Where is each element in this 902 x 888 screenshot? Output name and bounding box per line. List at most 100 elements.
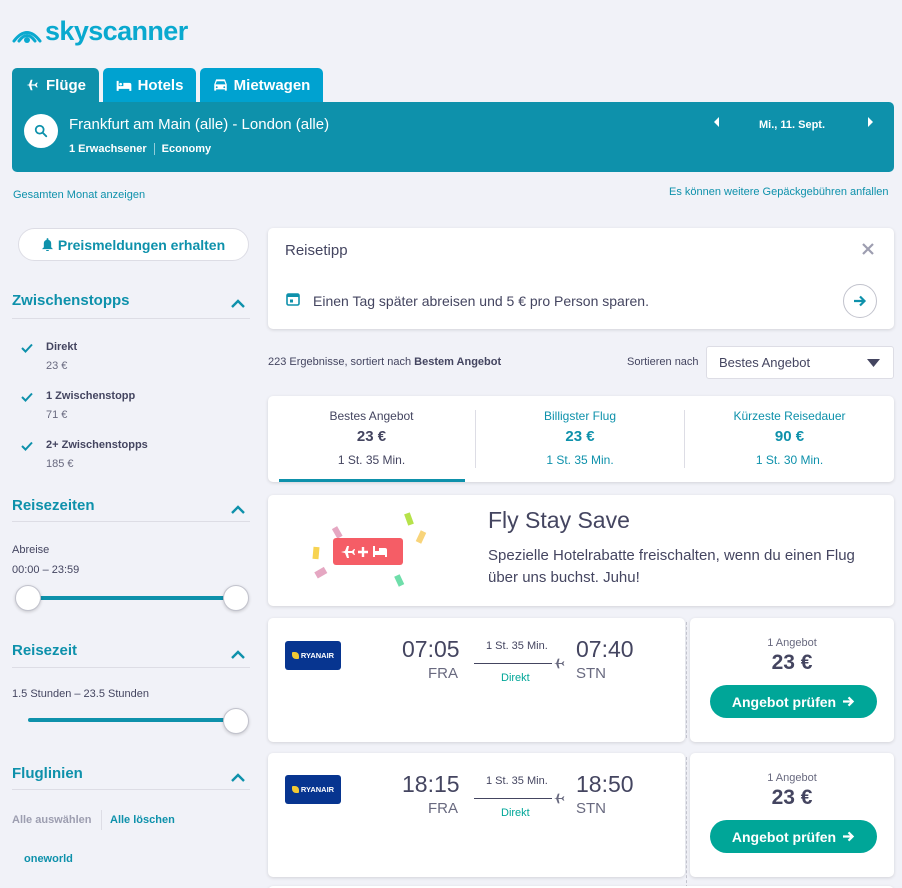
ticket-divider	[686, 622, 687, 738]
chevron-up-icon	[231, 773, 245, 782]
departure-airport: FRA	[428, 665, 458, 682]
promo-text: Spezielle Hotelrabatte freischalten, wen…	[488, 547, 855, 586]
apply-tip-button[interactable]	[843, 284, 877, 318]
flight-duration: 1 St. 35 Min.	[486, 640, 548, 652]
travel-details[interactable]: 1 Erwachsener Economy	[69, 143, 211, 155]
airline-logo: RYANAIR	[285, 775, 341, 804]
stop-option-label[interactable]: Direkt	[46, 341, 77, 353]
flight-price: 23 €	[771, 786, 813, 809]
stops-section-title[interactable]: Zwischenstopps	[12, 292, 130, 309]
ryanair-harp-icon	[291, 786, 299, 793]
offer-count: 1 Angebot	[767, 772, 817, 784]
car-icon	[213, 79, 227, 91]
check-offer-button[interactable]: Angebot prüfen	[710, 685, 877, 718]
sort-tab-duration: 1 St. 35 Min.	[546, 453, 614, 467]
times-section-title[interactable]: Reisezeiten	[12, 497, 95, 514]
tab-label: Flüge	[46, 76, 86, 94]
baggage-fees-link[interactable]: Es können weitere Gepäckgebühren anfalle…	[669, 186, 889, 198]
stops-collapse-toggle[interactable]	[230, 296, 246, 314]
passengers-text: 1 Erwachsener	[69, 143, 147, 155]
airline-group-oneworld[interactable]: oneworld	[24, 853, 73, 865]
departure-time-max-handle[interactable]	[223, 585, 249, 611]
stops-info: Direkt	[501, 807, 530, 819]
one-stop-checkbox[interactable]	[18, 388, 36, 406]
duration-range: 1.5 Stunden – 23.5 Stunden	[12, 688, 150, 700]
flight-path-line	[474, 663, 552, 664]
select-all-airlines[interactable]: Alle auswählen	[12, 814, 91, 826]
stops-info: Direkt	[501, 672, 530, 684]
airline-name: RYANAIR	[300, 785, 335, 794]
travel-tip-card: Reisetipp Einen Tag später abreisen und …	[268, 228, 894, 329]
skyscanner-sunrise-icon	[12, 30, 42, 43]
results-sort-criterion: Bestem Angebot	[414, 356, 502, 368]
airlines-collapse-toggle[interactable]	[230, 770, 246, 788]
previous-date-button[interactable]	[712, 116, 722, 131]
check-offer-label: Angebot prüfen	[731, 828, 837, 845]
chevron-left-icon	[714, 117, 719, 127]
chevron-up-icon	[231, 299, 245, 308]
departure-date[interactable]: Mi., 11. Sept.	[759, 119, 825, 131]
divider	[153, 143, 155, 155]
sort-tab-price: 90 €	[774, 428, 805, 445]
active-tab-indicator	[279, 479, 465, 482]
search-summary-bar[interactable]: Frankfurt am Main (alle) - London (alle)…	[12, 102, 894, 172]
price-alert-button[interactable]: Preismeldungen erhalten	[18, 228, 249, 261]
departure-time-label: Abreise	[12, 544, 50, 556]
duration-max-handle[interactable]	[223, 708, 249, 734]
sort-tab-label: Billigster Flug	[543, 409, 617, 423]
airlines-section-title[interactable]: Fluglinien	[12, 765, 83, 782]
fly-stay-save-promo[interactable]: Fly Stay Save Spezielle Hotelrabatte fre…	[268, 495, 894, 606]
sort-tab-best[interactable]: Bestes Angebot 23 € 1 St. 35 Min.	[268, 396, 475, 482]
sort-tab-price: 23 €	[356, 428, 387, 445]
multi-stop-checkbox[interactable]	[18, 437, 36, 455]
departure-time-slider-track[interactable]	[28, 596, 236, 600]
tab-label: Mietwagen	[233, 76, 311, 94]
duration-collapse-toggle[interactable]	[230, 647, 246, 665]
chevron-up-icon	[231, 505, 245, 514]
sort-dropdown[interactable]: Bestes Angebot	[706, 346, 894, 379]
sort-tab-price: 23 €	[565, 428, 595, 445]
next-date-button[interactable]	[865, 116, 875, 131]
check-offer-button[interactable]: Angebot prüfen	[710, 820, 877, 853]
tab-flights[interactable]: Flüge	[12, 68, 99, 102]
results-count-text: 223 Ergebnisse, sortiert nach	[268, 356, 415, 368]
cabin-class-text: Economy	[161, 143, 212, 155]
arrival-airport: STN	[576, 800, 606, 817]
skyscanner-logo[interactable]: skyscanner	[12, 16, 188, 47]
tab-label: Hotels	[137, 76, 184, 94]
checkmark-icon	[21, 441, 33, 451]
tip-text: Einen Tag später abreisen und 5 € pro Pe…	[313, 293, 649, 309]
arrow-right-icon	[843, 831, 855, 842]
flight-result-card[interactable]: RYANAIR 07:05 FRA 1 St. 35 Min. Direkt 0…	[268, 618, 685, 742]
search-icon	[34, 124, 48, 138]
calendar-icon	[286, 292, 300, 311]
sort-value: Bestes Angebot	[719, 355, 811, 370]
duration-section-title[interactable]: Reisezeit	[12, 642, 77, 659]
sort-tab-duration: 1 St. 30 Min.	[755, 453, 824, 467]
close-tip-button[interactable]	[862, 242, 874, 260]
stop-option-label[interactable]: 2+ Zwischenstopps	[46, 439, 148, 451]
flight-result-card[interactable]: RYANAIR 18:15 FRA 1 St. 35 Min. Direkt 1…	[268, 753, 685, 877]
show-whole-month-link[interactable]: Gesamten Monat anzeigen	[13, 189, 145, 201]
departure-time-min-handle[interactable]	[15, 585, 41, 611]
times-collapse-toggle[interactable]	[230, 502, 246, 520]
flight-price: 23 €	[771, 651, 813, 674]
brand-name: skyscanner	[45, 16, 188, 46]
arrival-airport: STN	[576, 665, 606, 682]
direct-checkbox[interactable]	[18, 339, 36, 357]
tab-hotels[interactable]: Hotels	[103, 68, 196, 102]
results-count: 223 Ergebnisse, sortiert nach Bestem Ang…	[268, 356, 501, 368]
bed-icon	[116, 80, 131, 91]
duration-slider-track[interactable]	[28, 718, 236, 722]
divider	[12, 318, 250, 319]
stop-option-price: 185 €	[46, 458, 74, 470]
departure-time: 07:05	[402, 636, 460, 662]
clear-all-airlines[interactable]: Alle löschen	[110, 814, 175, 826]
sort-tab-cheapest[interactable]: Billigster Flug 23 € 1 St. 35 Min.	[476, 396, 684, 482]
sort-tab-fastest[interactable]: Kürzeste Reisedauer 90 € 1 St. 30 Min.	[685, 396, 894, 482]
plane-icon	[554, 793, 565, 804]
search-button[interactable]	[24, 114, 58, 148]
tab-car-hire[interactable]: Mietwagen	[200, 68, 323, 102]
route-text[interactable]: Frankfurt am Main (alle) - London (alle)	[69, 116, 329, 133]
stop-option-label[interactable]: 1 Zwischenstopp	[46, 390, 135, 402]
